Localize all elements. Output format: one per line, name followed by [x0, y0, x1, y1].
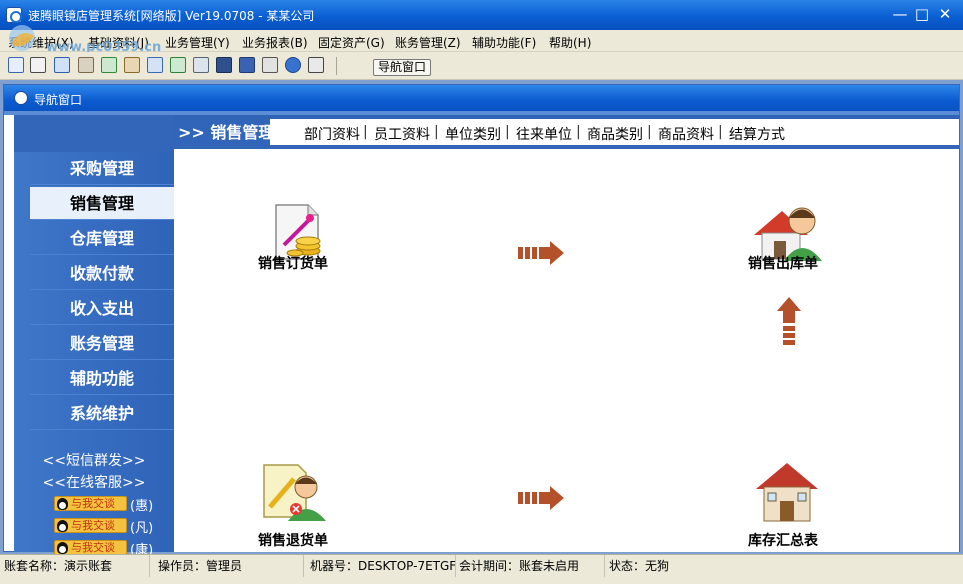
- menu-basic[interactable]: 基础资料(J): [88, 34, 149, 51]
- nav-window: 导航窗口 采购管理 销售管理 仓库管理 收款付款 收入支出 账务管理 辅助功能 …: [3, 84, 960, 558]
- qq-contact-name: (凡): [130, 521, 154, 536]
- minimize-icon: —: [892, 5, 908, 23]
- link-separator: |: [505, 124, 510, 140]
- right-arrow-icon: [518, 486, 564, 510]
- link-unit-types[interactable]: 单位类别: [445, 124, 501, 144]
- menu-auxiliary[interactable]: 辅助功能(F): [472, 34, 536, 51]
- sidebar-item-payments[interactable]: 收款付款: [30, 257, 174, 290]
- menu-business[interactable]: 业务管理(Y): [165, 34, 230, 51]
- menu-finance[interactable]: 账务管理(Z): [395, 34, 461, 51]
- gear-icon[interactable]: [124, 57, 140, 73]
- tools-icon[interactable]: [78, 57, 94, 73]
- link-employees[interactable]: 员工资料: [374, 124, 430, 144]
- sales-flow-panel: 销售订货单 销售出库单 销售退货单 库存汇总表: [174, 149, 959, 552]
- sidebar-item-system[interactable]: 系统维护: [30, 397, 174, 430]
- sales-outbound-label[interactable]: 销售出库单: [748, 253, 818, 273]
- nav-window-icon: [14, 91, 28, 105]
- link-product-types[interactable]: 商品类别: [587, 124, 643, 144]
- menu-bar: 系统维护(X) 基础资料(J) 业务管理(Y) 业务报表(B) 固定资产(G) …: [0, 30, 963, 52]
- qq-chat-label: 与我交谈: [71, 519, 115, 532]
- menu-reports[interactable]: 业务报表(B): [242, 34, 308, 51]
- link-separator: |: [576, 124, 581, 140]
- exit-icon[interactable]: [308, 57, 324, 73]
- tabbar-top-border: [174, 115, 959, 119]
- cycle-icon[interactable]: [101, 57, 117, 73]
- maximize-icon: □: [914, 5, 930, 23]
- grid-icon[interactable]: [8, 57, 24, 73]
- print-icon[interactable]: [262, 57, 278, 73]
- close-button[interactable]: ✕: [934, 4, 956, 26]
- save-icon[interactable]: [239, 57, 255, 73]
- link-separator: |: [434, 124, 439, 140]
- qq-chat-button[interactable]: 与我交谈: [54, 540, 127, 555]
- link-partners[interactable]: 往来单位: [516, 124, 572, 144]
- qq-chat-label: 与我交谈: [71, 497, 115, 510]
- link-separator: |: [363, 124, 368, 140]
- window-icon[interactable]: [54, 57, 70, 73]
- close-icon: ✕: [938, 5, 952, 23]
- users-icon[interactable]: [170, 57, 186, 73]
- nav-window-title: 导航窗口: [34, 93, 83, 107]
- sales-outbound-button[interactable]: [752, 199, 822, 261]
- window-titlebar: 速腾眼镜店管理系统[网络版] Ver19.0708 - 某某公司 — □ ✕: [0, 0, 963, 30]
- qq-chat-button[interactable]: 与我交谈: [54, 518, 127, 533]
- link-settlement[interactable]: 结算方式: [729, 124, 785, 144]
- sales-order-label[interactable]: 销售订货单: [258, 253, 328, 273]
- sms-broadcast-link[interactable]: <<短信群发>>: [14, 450, 174, 470]
- status-period: 会计期间：账套未启用: [455, 555, 605, 577]
- sidebar: 采购管理 销售管理 仓库管理 收款付款 收入支出 账务管理 辅助功能 系统维护 …: [14, 115, 174, 558]
- menu-assets[interactable]: 固定资产(G): [318, 34, 385, 51]
- link-separator: |: [647, 124, 652, 140]
- monitor-icon[interactable]: [216, 57, 232, 73]
- inventory-summary-label[interactable]: 库存汇总表: [748, 530, 818, 550]
- list-icon[interactable]: [30, 57, 46, 73]
- status-operator: 操作员：管理员: [154, 555, 304, 577]
- sidebar-item-purchase[interactable]: 采购管理: [30, 152, 174, 185]
- sidebar-item-warehouse[interactable]: 仓库管理: [30, 222, 174, 255]
- menu-system[interactable]: 系统维护(X): [8, 34, 74, 51]
- qq-chat-button[interactable]: 与我交谈: [54, 496, 127, 511]
- sidebar-item-income[interactable]: 收入支出: [30, 292, 174, 325]
- online-support-link[interactable]: <<在线客服>>: [14, 472, 174, 492]
- sales-return-icon: [263, 464, 326, 521]
- inventory-summary-button[interactable]: [752, 459, 822, 522]
- sales-return-label[interactable]: 销售退货单: [258, 530, 328, 550]
- qq-penguin-icon: [57, 520, 68, 532]
- people-icon[interactable]: [147, 57, 163, 73]
- module-tabbar: >> 销售管理 部门资料 | 员工资料 | 单位类别 | 往来单位 | 商品类别…: [174, 115, 959, 149]
- sales-return-button[interactable]: [260, 461, 330, 523]
- toolbar-separator: [336, 57, 337, 75]
- status-state: 状态：无狗: [609, 559, 670, 573]
- status-bar: 账套名称：演示账套 操作员：管理员 机器号：DESKTOP-7ETGF 会计期间…: [0, 554, 963, 584]
- sidebar-item-finance[interactable]: 账务管理: [30, 327, 174, 360]
- nav-window-titlebar: 导航窗口: [4, 85, 959, 111]
- qq-penguin-icon: [57, 542, 68, 554]
- app-icon: [6, 7, 22, 23]
- up-arrow-icon: [777, 297, 801, 345]
- maximize-button[interactable]: □: [911, 4, 933, 26]
- link-products[interactable]: 商品资料: [658, 124, 714, 144]
- right-arrow-icon: [518, 241, 564, 265]
- qq-chat-label: 与我交谈: [71, 541, 115, 554]
- qq-contact-name: (惠): [130, 499, 154, 514]
- toolbar: 导航窗口: [0, 52, 963, 80]
- status-account: 账套名称：演示账套: [0, 555, 150, 577]
- printer-icon[interactable]: [193, 57, 209, 73]
- menu-help[interactable]: 帮助(H): [549, 34, 591, 51]
- sidebar-item-sales[interactable]: 销售管理: [30, 187, 174, 220]
- link-separator: |: [718, 124, 723, 140]
- help-icon[interactable]: [285, 57, 301, 73]
- minimize-button[interactable]: —: [889, 4, 911, 26]
- qq-penguin-icon: [57, 498, 68, 510]
- link-departments[interactable]: 部门资料: [304, 124, 360, 144]
- sidebar-header: [14, 115, 174, 152]
- warehouse-icon: [756, 463, 818, 522]
- status-machine: 机器号：DESKTOP-7ETGF: [306, 555, 456, 577]
- sidebar-item-auxiliary[interactable]: 辅助功能: [30, 362, 174, 395]
- nav-window-button[interactable]: 导航窗口: [373, 59, 432, 76]
- window-title: 速腾眼镜店管理系统[网络版] Ver19.0708 - 某某公司: [28, 9, 315, 23]
